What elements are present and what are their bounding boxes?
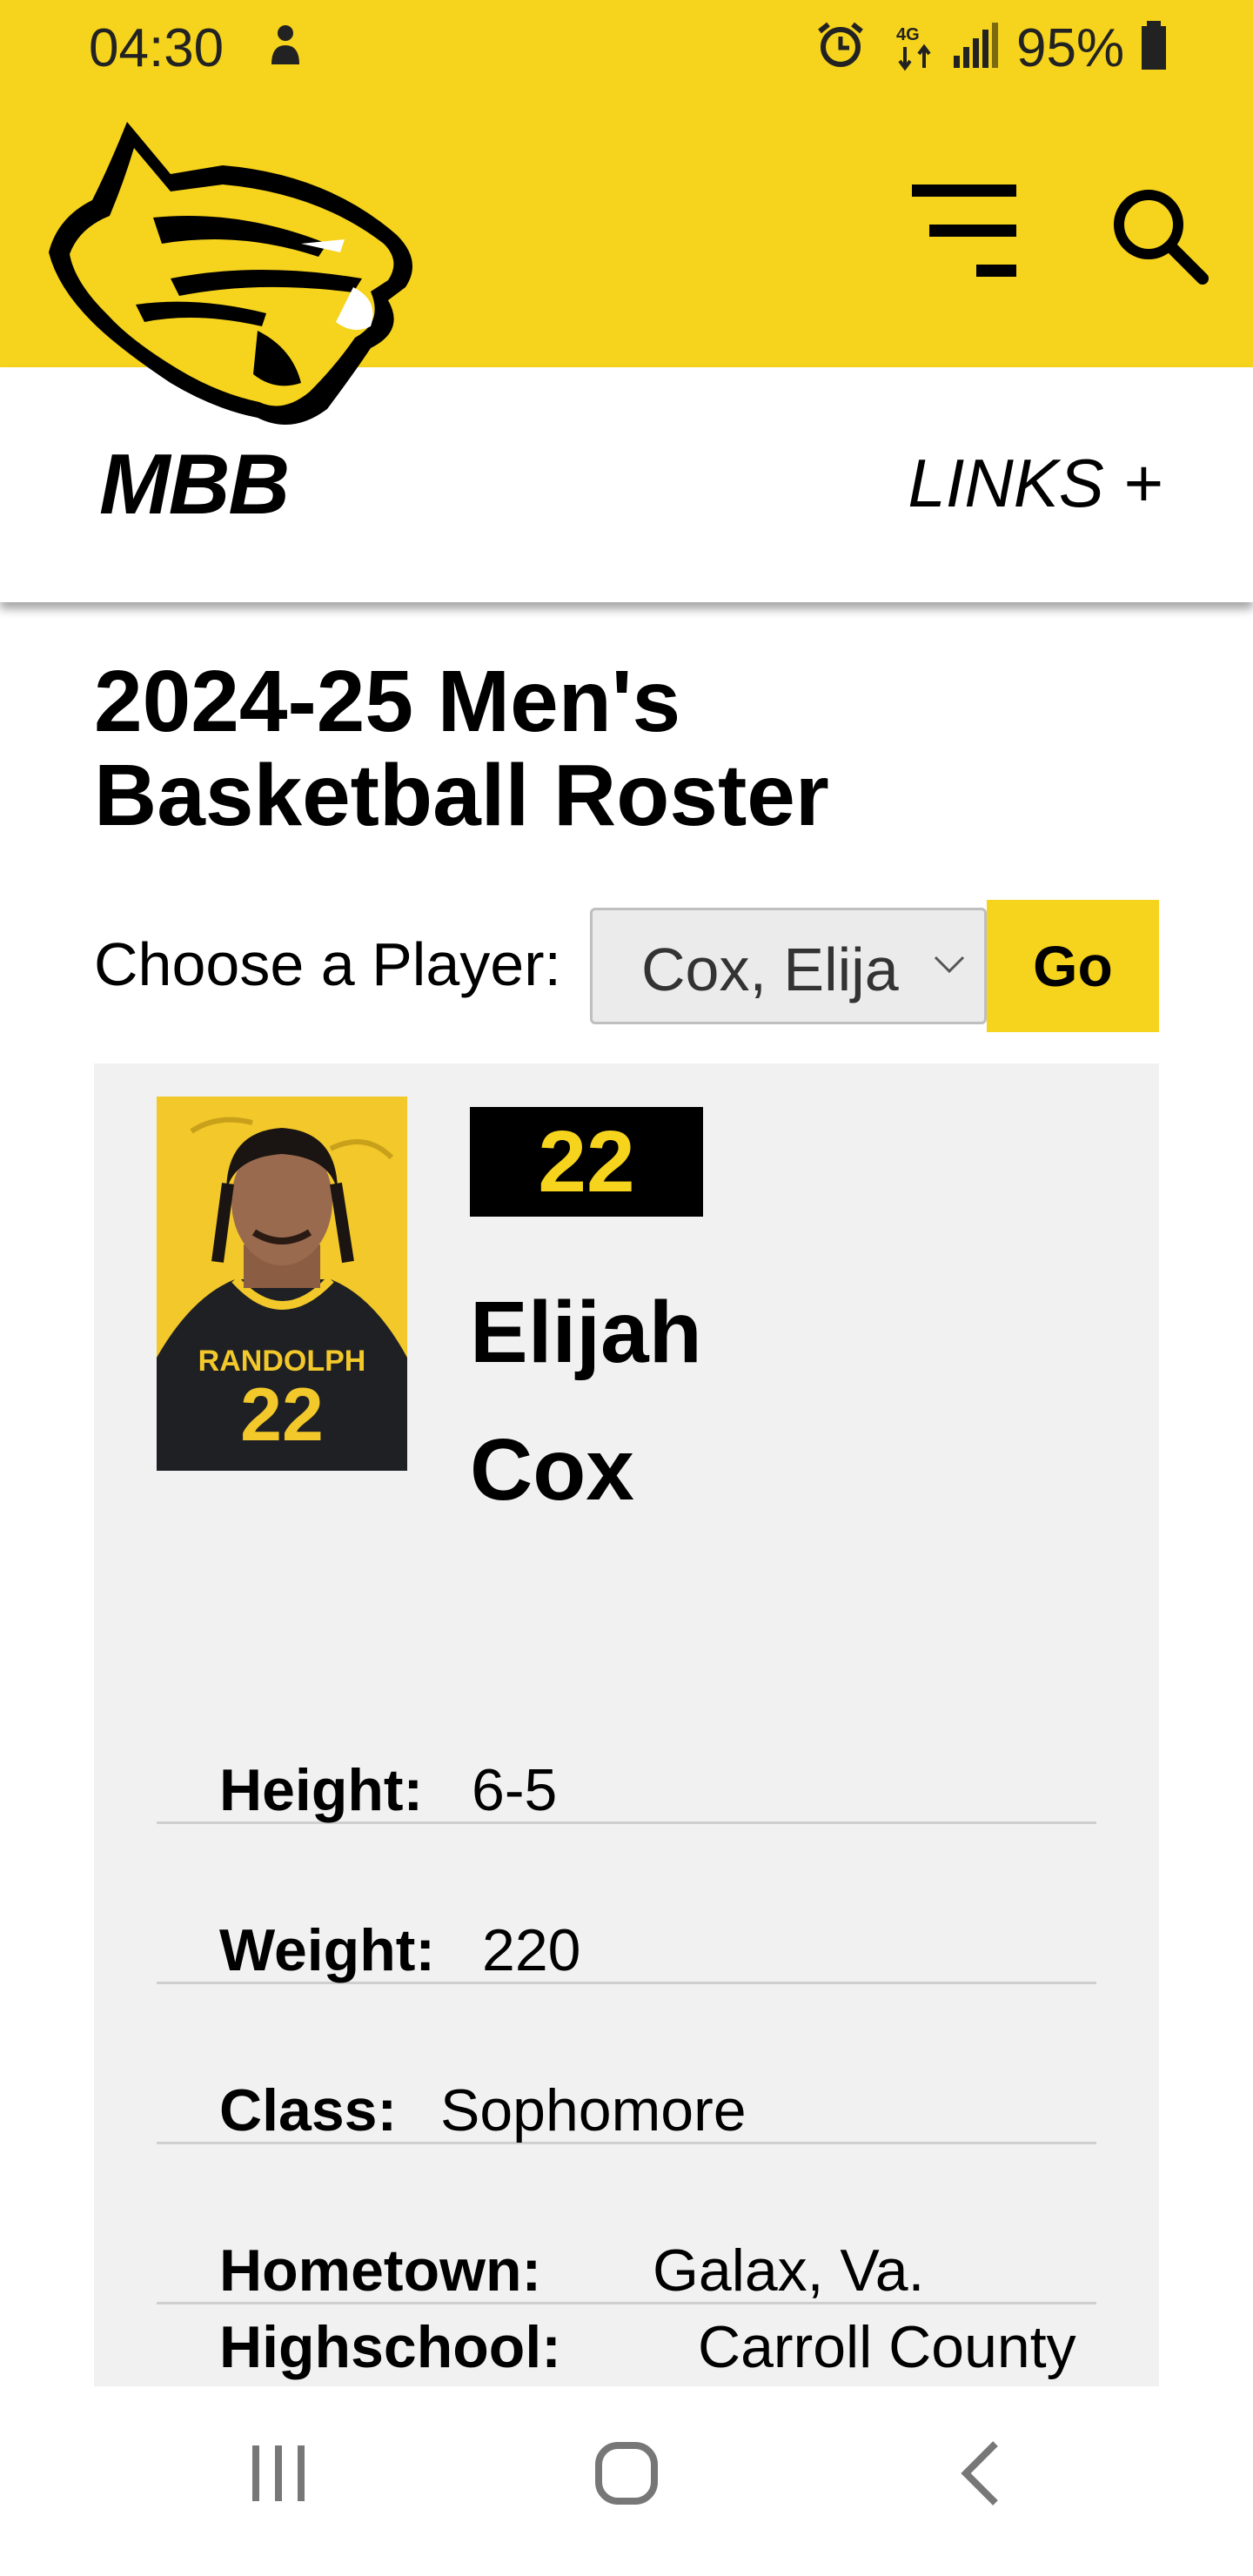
player-first-name: Elijah [470, 1284, 702, 1381]
signal-icon [954, 23, 998, 68]
player-card: RANDOLPH 22 22 Elijah Cox Height: 6-5 We… [94, 1063, 1159, 2386]
jersey-number: 22 [240, 1373, 324, 1457]
detail-label: Weight: [219, 1917, 436, 1983]
detail-row-highschool: Highschool: Carroll County [157, 2304, 1096, 2386]
recent-apps-icon[interactable] [244, 2438, 313, 2508]
alarm-icon [818, 22, 863, 67]
section-title[interactable]: MBB [99, 435, 290, 533]
status-time: 04:30 [89, 18, 224, 78]
detail-label: Height: [219, 1757, 424, 1823]
player-select[interactable]: Cox, Elija [590, 908, 987, 1024]
detail-row-height: Height: 6-5 [157, 1664, 1096, 1824]
detail-value: 6-5 [472, 1757, 558, 1823]
battery-icon [1142, 21, 1166, 70]
wildcat-logo[interactable] [40, 113, 432, 435]
detail-row-hometown: Hometown: Galax, Va. [157, 2144, 1096, 2304]
choose-player-label: Choose a Player: [94, 930, 561, 998]
chevron-down-icon [934, 956, 965, 974]
player-photo: RANDOLPH 22 [157, 1097, 407, 1471]
data-4g-lte-icon: 4G [896, 25, 931, 71]
search-icon[interactable] [1105, 183, 1209, 287]
status-bar: 04:30 4G 95% [0, 0, 1253, 96]
back-icon[interactable] [948, 2438, 1018, 2508]
detail-label: Highschool: [219, 2314, 561, 2380]
svg-text:4G: 4G [896, 25, 920, 44]
detail-label: Class: [219, 2077, 398, 2143]
detail-row-class: Class: Sophomore [157, 1984, 1096, 2144]
page-title: 2024-25 Men's Basketball Roster [94, 653, 829, 844]
detail-value: Carroll County [698, 2314, 1076, 2380]
player-number-badge: 22 [470, 1107, 703, 1217]
menu-icon[interactable] [912, 184, 1016, 278]
detail-value: Sophomore [440, 2077, 747, 2143]
home-icon[interactable] [592, 2438, 661, 2508]
battery-percent: 95% [1016, 18, 1125, 78]
go-button[interactable]: Go [987, 900, 1159, 1032]
detail-row-weight: Weight: 220 [157, 1824, 1096, 1984]
detail-label: Hometown: [219, 2237, 542, 2304]
detail-value: 220 [482, 1917, 581, 1983]
system-nav-bar [0, 2386, 1253, 2576]
person-icon [271, 25, 299, 64]
detail-value: Galax, Va. [653, 2237, 925, 2304]
player-select-value: Cox, Elija [641, 936, 899, 1003]
player-last-name: Cox [470, 1421, 634, 1519]
links-menu-toggle[interactable]: LINKS + [908, 444, 1163, 523]
